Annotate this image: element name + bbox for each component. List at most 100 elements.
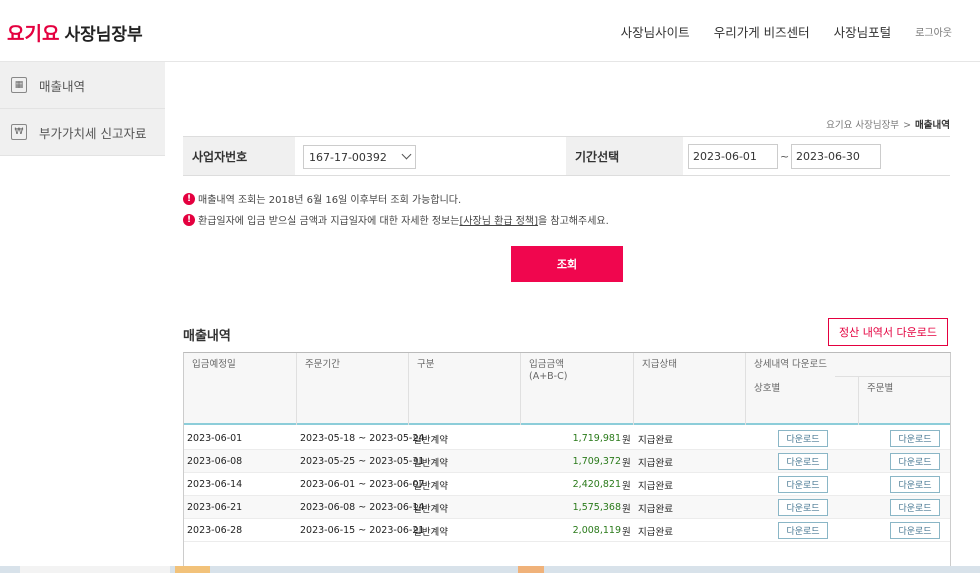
biz-number-value: 167-17-00392 [309, 150, 387, 164]
download-by-order-button[interactable]: 다운로드 [890, 453, 940, 470]
chevron-down-icon [401, 149, 412, 160]
refund-policy-link[interactable]: [사장님 환급 정책] [459, 212, 538, 227]
biz-number-select[interactable]: 167-17-00392 [303, 145, 416, 169]
section-title: 매출내역 [183, 329, 231, 344]
filter-box: 사업자번호 167-17-00392 기간선택 2023-06-01 ~ 202… [183, 136, 950, 176]
date-to-input[interactable]: 2023-06-30 [791, 144, 881, 169]
table-row: 2023-06-01 2023-05-18 ~ 2023-05-24 일반계약 … [184, 427, 950, 450]
cell-amount: 2,008,119 [572, 525, 621, 536]
download-by-store-button[interactable]: 다운로드 [778, 453, 828, 470]
search-button[interactable]: 조회 [511, 246, 623, 282]
download-by-store-button[interactable]: 다운로드 [778, 430, 828, 447]
cell-type: 일반계약 [413, 480, 448, 492]
col-status: 지급상태 [634, 353, 685, 377]
download-by-order-button[interactable]: 다운로드 [890, 476, 940, 493]
col-type: 구분 [409, 353, 443, 377]
cell-unit: 원 [622, 480, 631, 492]
cell-amount: 1,719,981 [572, 433, 621, 444]
table-row: 2023-06-21 2023-06-08 ~ 2023-06-14 일반계약 … [184, 496, 950, 519]
cell-unit: 원 [622, 503, 631, 515]
col-amount: 입금금액 (A+B-C) [521, 353, 576, 389]
cell-unit: 원 [622, 434, 631, 446]
breadcrumb-current: 매출내역 [915, 120, 950, 131]
col-by-store: 상호별 [746, 377, 789, 401]
notice-text: 매출내역 조회는 2018년 6월 16일 이후부터 조회 가능합니다. [198, 195, 462, 206]
download-by-order-button[interactable]: 다운로드 [890, 430, 940, 447]
cell-date: 2023-06-08 [187, 456, 243, 467]
won-document-icon: ₩ [11, 124, 27, 140]
col-deposit-date: 입금예정일 [184, 353, 244, 377]
nav-owner-portal[interactable]: 사장님포털 [834, 22, 892, 41]
notice-text-tail: 을 참고해주세요. [538, 216, 609, 227]
cell-status: 지급완료 [638, 526, 673, 538]
cell-status: 지급완료 [638, 457, 673, 469]
breadcrumb: 요기요 사장님장부 > 매출내역 [826, 117, 950, 131]
sidebar: ▦ 매출내역 ₩ 부가가치세 신고자료 [0, 62, 165, 156]
cell-date: 2023-06-28 [187, 525, 243, 536]
cell-type: 일반계약 [413, 503, 448, 515]
col-amount-label: 입금금액 [529, 359, 564, 370]
strip-segment [175, 566, 210, 573]
notice-availability: ! 매출내역 조회는 2018년 6월 16일 이후부터 조회 가능합니다. [183, 191, 461, 206]
logout-link[interactable]: 로그아웃 [915, 24, 952, 39]
download-by-order-button[interactable]: 다운로드 [890, 499, 940, 516]
sidebar-item-label: 부가가치세 신고자료 [39, 125, 147, 141]
period-label: 기간선택 [566, 137, 683, 175]
table-row: 2023-06-28 2023-06-15 ~ 2023-06-21 일반계약 … [184, 519, 950, 542]
calculator-icon: ▦ [11, 77, 27, 93]
logo-brand: 요기요 [7, 23, 60, 45]
col-amount-formula: (A+B-C) [529, 370, 568, 382]
cell-period: 2023-06-01 ~ 2023-06-07 [300, 479, 425, 490]
cell-type: 일반계약 [413, 457, 448, 469]
cell-date: 2023-06-14 [187, 479, 243, 490]
notice-refund: ! 환급일자에 입금 받으실 금액과 지급일자에 대한 자세한 정보는 [사장님… [183, 212, 609, 227]
date-from-input[interactable]: 2023-06-01 [688, 144, 778, 169]
col-by-order: 주문별 [859, 377, 902, 401]
download-by-order-button[interactable]: 다운로드 [890, 522, 940, 539]
notice-text: 환급일자에 입금 받으실 금액과 지급일자에 대한 자세한 정보는 [198, 216, 460, 227]
cell-unit: 원 [622, 457, 631, 469]
biz-number-label: 사업자번호 [183, 137, 295, 175]
sidebar-item-vat[interactable]: ₩ 부가가치세 신고자료 [0, 109, 165, 156]
download-by-store-button[interactable]: 다운로드 [778, 476, 828, 493]
breadcrumb-separator: > [903, 120, 912, 131]
sidebar-item-label: 매출내역 [39, 78, 86, 94]
logo[interactable]: 요기요 사장님장부 [7, 19, 143, 46]
cell-type: 일반계약 [413, 526, 448, 538]
cell-type: 일반계약 [413, 434, 448, 446]
cell-unit: 원 [622, 526, 631, 538]
alert-icon: ! [183, 213, 195, 226]
download-by-store-button[interactable]: 다운로드 [778, 522, 828, 539]
cell-date: 2023-06-01 [187, 433, 243, 444]
table-row: 2023-06-14 2023-06-01 ~ 2023-06-07 일반계약 … [184, 473, 950, 496]
cell-period: 2023-05-25 ~ 2023-05-31 [300, 456, 425, 467]
logo-title: 사장님장부 [64, 25, 143, 45]
table-row: 2023-06-08 2023-05-25 ~ 2023-05-31 일반계약 … [184, 450, 950, 473]
cell-period: 2023-06-15 ~ 2023-06-21 [300, 525, 425, 536]
cell-status: 지급완료 [638, 503, 673, 515]
cell-amount: 2,420,821 [572, 479, 621, 490]
cell-status: 지급완료 [638, 434, 673, 446]
col-order-period: 주문기간 [297, 353, 348, 377]
cell-date: 2023-06-21 [187, 502, 243, 513]
bottom-strip [0, 566, 980, 573]
download-by-store-button[interactable]: 다운로드 [778, 499, 828, 516]
sales-table: 입금예정일 주문기간 구분 입금금액 (A+B-C) 지급상태 상세내역 다운로… [183, 352, 951, 573]
header: 요기요 사장님장부 사장님사이트 우리가게 비즈센터 사장님포털 로그아웃 [0, 0, 980, 62]
alert-icon: ! [183, 192, 195, 205]
nav-biz-center[interactable]: 우리가게 비즈센터 [714, 22, 810, 41]
cell-amount: 1,709,372 [572, 456, 621, 467]
page: 요기요 사장님장부 사장님사이트 우리가게 비즈센터 사장님포털 로그아웃 ▦ … [0, 0, 980, 573]
date-range-separator: ~ [780, 150, 790, 163]
strip-segment [20, 566, 170, 573]
cell-status: 지급완료 [638, 480, 673, 492]
download-statement-button[interactable]: 정산 내역서 다운로드 [828, 318, 948, 346]
strip-segment [518, 566, 544, 573]
cell-period: 2023-06-08 ~ 2023-06-14 [300, 502, 425, 513]
cell-period: 2023-05-18 ~ 2023-05-24 [300, 433, 425, 444]
sidebar-item-sales[interactable]: ▦ 매출내역 [0, 62, 165, 109]
breadcrumb-parent[interactable]: 요기요 사장님장부 [826, 120, 899, 131]
nav-owner-site[interactable]: 사장님사이트 [621, 22, 690, 41]
col-detail-download: 상세내역 다운로드 [746, 353, 835, 377]
cell-amount: 1,575,368 [572, 502, 621, 513]
